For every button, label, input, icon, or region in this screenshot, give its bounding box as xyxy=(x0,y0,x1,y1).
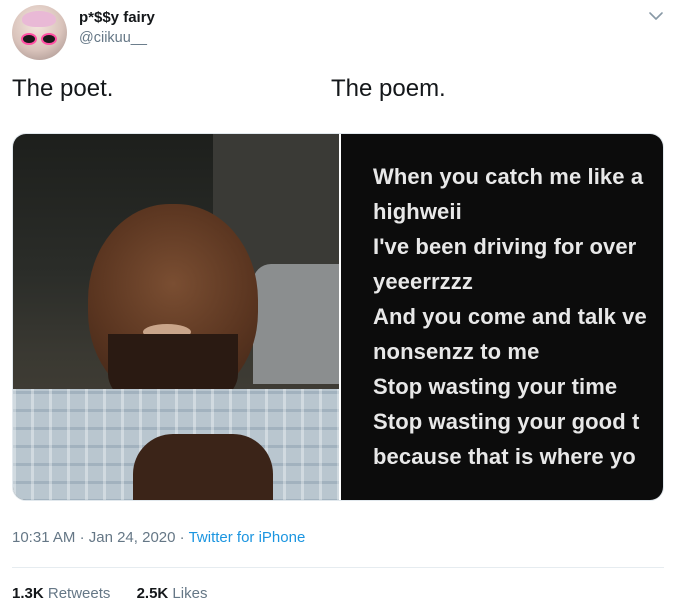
likes-count: 2.5K xyxy=(136,585,169,602)
chevron-down-icon[interactable] xyxy=(647,9,665,23)
poet-photo[interactable] xyxy=(13,134,339,500)
tweet-media[interactable]: When you catch me like a highweii I've b… xyxy=(12,133,664,501)
poem-line: When you catch me like a xyxy=(373,164,644,189)
author-display-name[interactable]: p*$$y fairy xyxy=(79,9,155,26)
poem-line: highweii xyxy=(373,199,462,224)
retweets-label: Retweets xyxy=(47,585,111,602)
separator-dot: · xyxy=(179,529,189,546)
author-handle[interactable]: @ciikuu__ xyxy=(79,30,147,46)
retweets-count: 1.3K xyxy=(12,585,44,602)
caption-left: The poet. xyxy=(12,75,114,102)
caption-right: The poem. xyxy=(331,75,446,102)
poem-line: nonsenzz to me xyxy=(373,339,540,364)
poem-line: And you come and talk ve xyxy=(373,304,647,329)
separator-dot: · xyxy=(79,529,89,546)
poem-image[interactable]: When you catch me like a highweii I've b… xyxy=(341,134,663,500)
avatar-hat xyxy=(22,11,56,27)
poem-line: I've been driving for over xyxy=(373,234,637,259)
likes-label: Likes xyxy=(172,585,208,602)
avatar-glasses xyxy=(21,33,59,45)
poem-line: Stop wasting your good t xyxy=(373,409,640,434)
retweets-stat[interactable]: 1.3K Retweets xyxy=(12,585,115,602)
likes-stat[interactable]: 2.5K Likes xyxy=(137,585,208,602)
tweet-timestamp: 10:31 AM · Jan 24, 2020 · Twitter for iP… xyxy=(12,529,305,546)
tweet-time[interactable]: 10:31 AM xyxy=(12,529,75,546)
poem-line: because that is where yo xyxy=(373,444,636,469)
avatar[interactable] xyxy=(12,5,67,60)
divider xyxy=(12,567,664,568)
tweet-date[interactable]: Jan 24, 2020 xyxy=(89,529,176,546)
tweet-stats: 1.3K Retweets 2.5K Likes xyxy=(12,585,207,602)
poem-line: Stop wasting your time xyxy=(373,374,618,399)
tweet-source-link[interactable]: Twitter for iPhone xyxy=(189,529,306,546)
poem-line: yeeerrzzz xyxy=(373,269,473,294)
